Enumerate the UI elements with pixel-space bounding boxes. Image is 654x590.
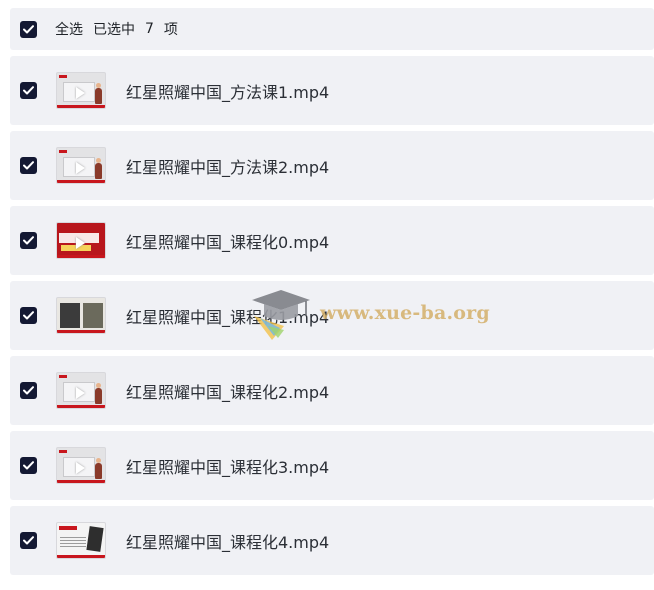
select-all-label[interactable]: 全选	[55, 19, 83, 39]
video-thumbnail[interactable]	[56, 522, 106, 559]
logo-mark	[59, 375, 67, 378]
logo-mark	[59, 450, 67, 453]
thumb-red-stripe	[57, 330, 105, 333]
file-name[interactable]: 红星照耀中国_课程化3.mp4	[126, 454, 329, 478]
logo-mark	[59, 150, 67, 153]
video-thumbnail[interactable]	[56, 72, 106, 109]
file-checkbox[interactable]	[20, 307, 37, 324]
portrait-photo	[60, 303, 80, 328]
selected-prefix: 已选中	[93, 22, 135, 38]
file-row[interactable]: 红星照耀中国_课程化0.mp4	[10, 206, 654, 275]
file-row[interactable]: 红星照耀中国_课程化4.mp4	[10, 506, 654, 575]
video-thumbnail[interactable]	[56, 372, 106, 409]
thumb-red-stripe	[57, 105, 105, 108]
selected-count: 7	[145, 21, 154, 37]
check-icon	[23, 536, 34, 545]
cartoon-figure-icon	[95, 158, 102, 179]
thumb-red-stripe	[57, 405, 105, 408]
select-all-bar: 全选 已选中 7 项	[10, 8, 654, 50]
play-icon	[76, 237, 85, 249]
file-checkbox[interactable]	[20, 232, 37, 249]
file-name[interactable]: 红星照耀中国_课程化2.mp4	[126, 379, 329, 403]
play-icon	[76, 462, 85, 474]
play-icon	[76, 162, 85, 174]
play-icon	[76, 387, 85, 399]
select-all-checkbox[interactable]	[20, 20, 37, 38]
check-icon	[23, 24, 34, 33]
video-thumbnail[interactable]	[56, 447, 106, 484]
thumb-red-stripe	[57, 180, 105, 183]
file-row[interactable]: 红星照耀中国_课程化1.mp4	[10, 281, 654, 350]
thumb-red-stripe	[57, 255, 105, 258]
play-icon	[76, 87, 85, 99]
file-checkbox[interactable]	[20, 532, 37, 549]
cartoon-figure-icon	[95, 458, 102, 479]
cartoon-figure-icon	[95, 83, 102, 104]
portrait-photo	[86, 526, 104, 552]
check-icon	[23, 386, 34, 395]
file-checkbox[interactable]	[20, 382, 37, 399]
check-icon	[23, 236, 34, 245]
slide-text-lines	[60, 537, 86, 547]
file-checkbox[interactable]	[20, 157, 37, 174]
check-icon	[23, 311, 34, 320]
portrait-photo	[83, 303, 103, 328]
file-name[interactable]: 红星照耀中国_方法课1.mp4	[126, 79, 329, 103]
file-row[interactable]: 红星照耀中国_课程化3.mp4	[10, 431, 654, 500]
selected-suffix: 项	[163, 22, 178, 38]
logo-mark	[59, 75, 67, 78]
cartoon-figure-icon	[95, 383, 102, 404]
file-name[interactable]: 红星照耀中国_课程化1.mp4	[126, 304, 329, 328]
file-row[interactable]: 红星照耀中国_课程化2.mp4	[10, 356, 654, 425]
slide-title-band	[59, 526, 77, 530]
video-thumbnail[interactable]	[56, 147, 106, 184]
check-icon	[23, 461, 34, 470]
check-icon	[23, 161, 34, 170]
check-icon	[23, 86, 34, 95]
video-thumbnail[interactable]	[56, 297, 106, 334]
file-checkbox[interactable]	[20, 457, 37, 474]
selection-summary: 全选 已选中 7 项	[55, 19, 178, 39]
file-checkbox[interactable]	[20, 82, 37, 99]
video-thumbnail[interactable]	[56, 222, 106, 259]
file-row[interactable]: 红星照耀中国_方法课2.mp4	[10, 131, 654, 200]
thumb-red-stripe	[57, 555, 105, 558]
file-name[interactable]: 红星照耀中国_课程化4.mp4	[126, 529, 329, 553]
thumb-red-stripe	[57, 480, 105, 483]
file-name[interactable]: 红星照耀中国_方法课2.mp4	[126, 154, 329, 178]
file-name[interactable]: 红星照耀中国_课程化0.mp4	[126, 229, 329, 253]
file-row[interactable]: 红星照耀中国_方法课1.mp4	[10, 56, 654, 125]
